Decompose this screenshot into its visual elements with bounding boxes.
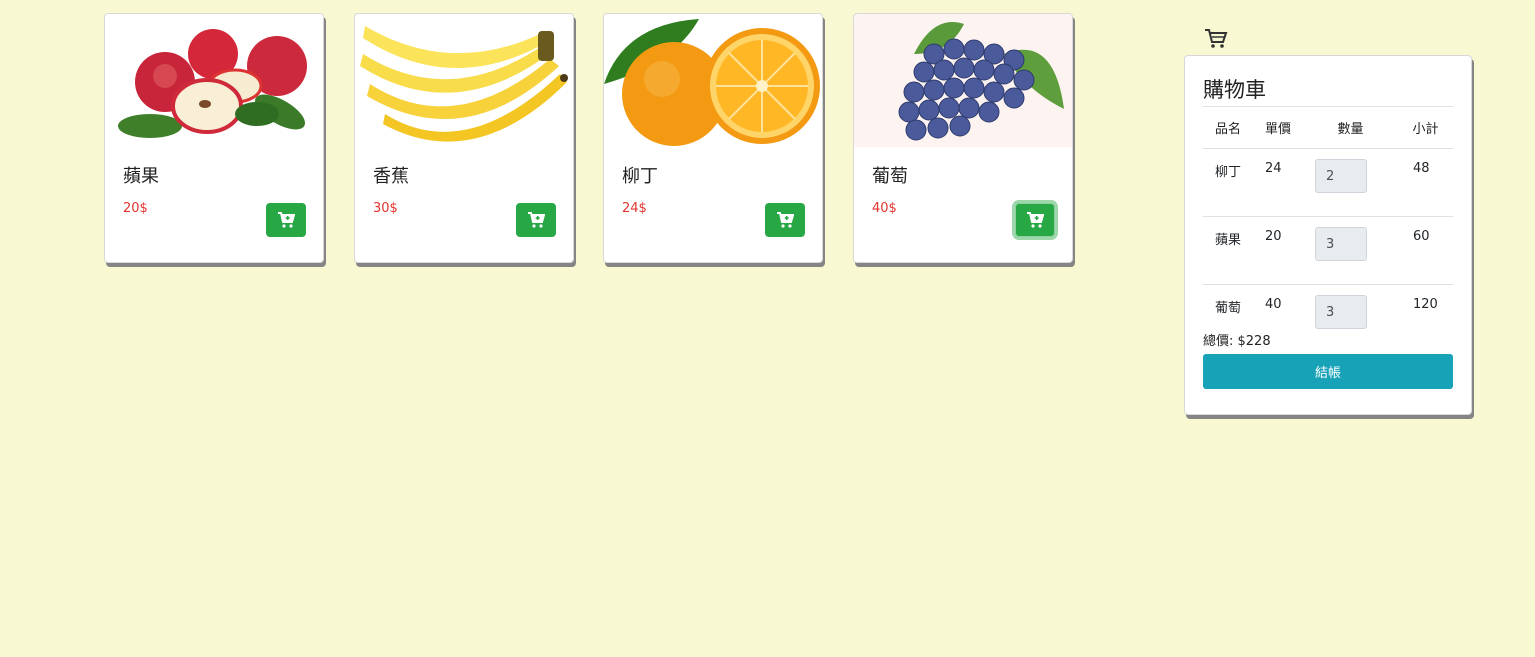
product-name: 柳丁	[622, 166, 658, 187]
cart-total: 總價: $228	[1203, 334, 1271, 349]
cart-item-name: 蘋果	[1203, 216, 1253, 285]
header-name: 品名	[1203, 106, 1253, 149]
cart-plus-icon	[528, 212, 545, 228]
banana-image	[355, 14, 573, 147]
product-name: 蘋果	[123, 166, 159, 187]
cart-item-price: 20	[1253, 216, 1303, 285]
cart-panel: 購物車 品名 單價 數量 小計 柳丁 24 48 蘋果 20 60	[1184, 55, 1472, 415]
checkout-button[interactable]: 結帳	[1203, 354, 1453, 389]
grape-image	[854, 14, 1072, 147]
cart-title: 購物車	[1203, 78, 1266, 102]
product-price: 20$	[123, 201, 148, 216]
cart-item-name: 柳丁	[1203, 148, 1253, 217]
product-price: 40$	[872, 201, 897, 216]
product-name: 香蕉	[373, 166, 409, 187]
header-qty: 數量	[1303, 106, 1398, 149]
cart-row: 蘋果 20 60	[1203, 216, 1453, 285]
product-card-orange: 柳丁 24$	[603, 13, 823, 263]
quantity-input[interactable]	[1315, 227, 1367, 261]
add-to-cart-button[interactable]	[765, 203, 805, 237]
header-price: 單價	[1253, 106, 1303, 149]
cart-item-subtotal: 48	[1398, 148, 1453, 217]
quantity-input[interactable]	[1315, 159, 1367, 193]
quantity-input[interactable]	[1315, 295, 1367, 329]
cart-icon[interactable]	[1204, 28, 1228, 50]
product-name: 葡萄	[872, 166, 908, 187]
apple-image	[105, 14, 323, 147]
cart-table: 品名 單價 數量 小計 柳丁 24 48 蘋果 20 60 葡萄 40	[1203, 106, 1453, 352]
header-subtotal: 小計	[1398, 106, 1453, 149]
cart-plus-icon	[278, 212, 295, 228]
cart-row: 柳丁 24 48	[1203, 148, 1453, 217]
product-price: 24$	[622, 201, 647, 216]
product-card-grape: 葡萄 40$	[853, 13, 1073, 263]
cart-item-subtotal: 120	[1413, 297, 1438, 312]
product-card-apple: 蘋果 20$	[104, 13, 324, 263]
cart-item-price: 24	[1253, 148, 1303, 217]
cart-plus-icon	[1027, 212, 1044, 228]
orange-image	[604, 14, 822, 147]
cart-item-subtotal: 60	[1398, 216, 1453, 285]
add-to-cart-button[interactable]	[266, 203, 306, 237]
product-card-banana: 香蕉 30$	[354, 13, 574, 263]
add-to-cart-button[interactable]	[1015, 203, 1055, 237]
add-to-cart-button[interactable]	[516, 203, 556, 237]
product-price: 30$	[373, 201, 398, 216]
cart-plus-icon	[777, 212, 794, 228]
